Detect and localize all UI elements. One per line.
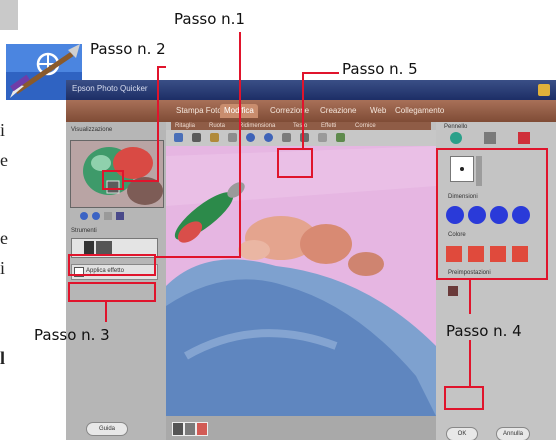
subtab-testo[interactable]: Testo — [293, 122, 307, 130]
tab-correzione[interactable]: Correzione — [266, 104, 313, 118]
color-picker-icon[interactable] — [518, 132, 530, 144]
eraser-icon[interactable] — [228, 133, 237, 142]
subtab-ruota[interactable]: Ruota — [209, 122, 225, 130]
title-bar: Epson Photo Quicker — [66, 80, 556, 100]
ok-button[interactable]: OK — [446, 427, 478, 440]
brush-panel-header: Pennello — [444, 124, 468, 130]
sub-tabs: Ritaglia Ruota Ridimensiona Testo Effett… — [171, 122, 431, 130]
eraser-tool-icon[interactable] — [484, 132, 496, 144]
thumbnail-3[interactable] — [196, 422, 208, 436]
step1-highlight — [68, 254, 156, 276]
zoom-in-icon[interactable] — [246, 133, 255, 142]
subtab-ritaglia[interactable]: Ritaglia — [175, 122, 195, 130]
step3-connector — [105, 300, 107, 322]
step1-label: Passo n.1 — [174, 10, 245, 28]
doc-text-2: e — [0, 150, 8, 170]
hand-icon[interactable] — [282, 133, 291, 142]
step4-connector-top — [469, 280, 471, 314]
main-tabs: Stampa Foto Modifica Correzione Creazion… — [66, 100, 556, 122]
image-canvas[interactable] — [166, 146, 436, 416]
cancel-button[interactable]: Annulla — [496, 427, 530, 440]
brush-tool-icon[interactable] — [450, 132, 462, 144]
step5-connector-h — [303, 72, 339, 74]
step5-connector-v — [302, 72, 304, 150]
doc-text-5: l — [0, 348, 6, 368]
tab-collegamento[interactable]: Collegamento — [391, 104, 448, 118]
doc-text-1: i — [0, 120, 6, 140]
zoom-in-button[interactable] — [80, 212, 88, 220]
step1-connector-h — [154, 256, 241, 258]
undo-icon[interactable] — [192, 133, 201, 142]
ok-highlight — [444, 386, 484, 410]
step2-connector-v — [157, 66, 159, 182]
window-title: Epson Photo Quicker — [72, 84, 148, 93]
tab-creazione[interactable]: Creazione — [316, 104, 360, 118]
pencil-icon[interactable] — [318, 133, 327, 142]
step5-label: Passo n. 5 — [342, 60, 418, 78]
step2-label: Passo n. 2 — [90, 40, 166, 58]
tab-web[interactable]: Web — [366, 104, 390, 118]
step2-connector-h2 — [122, 180, 159, 182]
tools-label: Strumenti — [71, 228, 97, 234]
save-icon[interactable] — [174, 133, 183, 142]
subtab-cornice[interactable]: Cornice — [355, 122, 376, 130]
doc-text-3: e — [0, 228, 8, 248]
subtab-ridimensiona[interactable]: Ridimensiona — [239, 122, 275, 130]
actual-size-button[interactable] — [116, 212, 124, 220]
step4-highlight — [436, 148, 548, 280]
brush-style-thumb-1[interactable] — [84, 241, 94, 255]
close-icon[interactable] — [538, 84, 550, 96]
step1-connector-v — [239, 32, 241, 258]
thumbnail-strip — [166, 416, 436, 440]
step3-highlight — [68, 282, 156, 302]
preview-label: Visualizzazione — [71, 127, 113, 133]
brush-thumb-icon[interactable] — [448, 286, 458, 296]
check-icon[interactable] — [336, 133, 345, 142]
fit-button[interactable] — [104, 212, 112, 220]
thumbnail-2[interactable] — [184, 422, 196, 436]
brush-icon[interactable] — [210, 133, 219, 142]
step5-highlight — [277, 148, 313, 178]
thumbnail-1[interactable] — [172, 422, 184, 436]
step2-connector-h — [158, 66, 166, 68]
page-tab — [0, 0, 18, 30]
subtab-effetti[interactable]: Effetti — [321, 122, 336, 130]
edit-toolbar — [166, 130, 436, 147]
brush-style-thumb-2[interactable] — [96, 241, 112, 255]
step3-label: Passo n. 3 — [34, 326, 110, 344]
step2-highlight — [102, 170, 124, 190]
tab-stampa-foto[interactable]: Stampa Foto — [172, 104, 226, 118]
zoom-out-button[interactable] — [92, 212, 100, 220]
zoom-out-icon[interactable] — [264, 133, 273, 142]
step4-connector-bottom — [469, 340, 471, 388]
step4-label: Passo n. 4 — [446, 322, 522, 340]
help-button[interactable]: Guida — [86, 422, 128, 436]
doc-text-4: i — [0, 258, 6, 278]
